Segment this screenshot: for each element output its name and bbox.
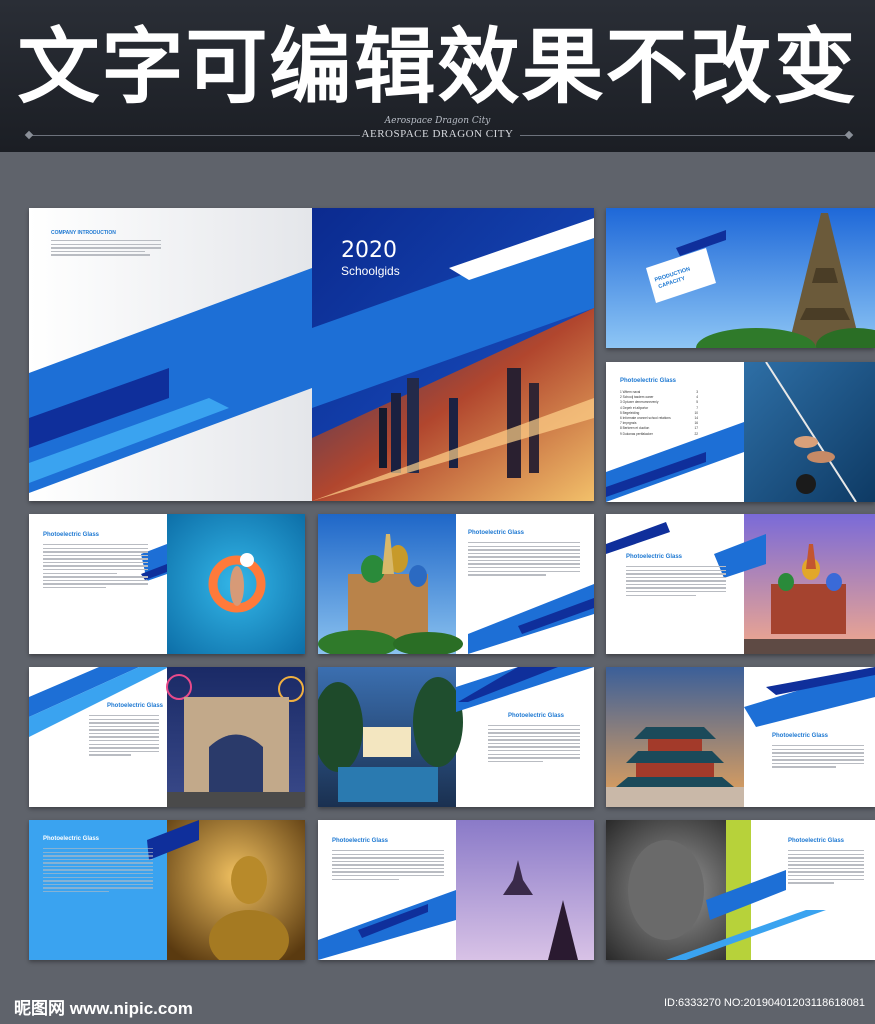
cover-spread: COMPANY INTRODUCTION 2020 Schoolgids [29, 208, 594, 501]
pagoda-page: Photoelectric Glass [318, 820, 594, 960]
pool-page: Photoelectric Glass [29, 514, 305, 654]
body-text-lines [43, 848, 153, 895]
body-text-lines [488, 725, 580, 764]
body-text-lines [89, 715, 159, 758]
temple-page: Photoelectric Glass [606, 667, 875, 807]
headline: 文字可编辑效果不改变 [17, 20, 858, 115]
page-title: Photoelectric Glass [43, 532, 100, 538]
page-title: Photoelectric Glass [43, 836, 100, 842]
toc-page: Photoelectric Glass 1 Witem naval 3 2 Scho… [606, 362, 875, 502]
arch-graphics [29, 667, 305, 807]
body-text-lines [468, 542, 580, 578]
eiffel-photo [606, 208, 875, 348]
company-intro-title: COMPANY INTRODUCTION [51, 230, 116, 236]
temple-graphics [606, 667, 875, 807]
image-id: ID:6333270 NO:20190401203118618081 [663, 997, 865, 1009]
arch-page: Photoelectric Glass [29, 667, 305, 807]
church-graphics [318, 514, 594, 654]
page-title: Photoelectric Glass [626, 554, 683, 560]
banner-header: 文字可编辑效果不改变 Aerospace Dragon City AEROSPA… [0, 0, 875, 152]
cover-title: Schoolgids [341, 264, 400, 278]
production-page: PRODUCTION CAPACITY [606, 208, 875, 348]
body-text-lines [788, 850, 864, 886]
intro-text-lines [51, 240, 161, 258]
kremlin-page: Photoelectric Glass [606, 514, 875, 654]
buddha-stone-page: Photoelectric Glass [606, 820, 875, 960]
page-title: Photoelectric Glass [332, 838, 389, 844]
site-logo: 昵图网 www.nipic.com [14, 999, 193, 1018]
body-text-lines [332, 850, 444, 882]
page-title: Photoelectric Glass [468, 530, 525, 536]
page-title: Photoelectric Glass [508, 713, 565, 719]
toc-page-number: 22 [694, 431, 698, 436]
resort-page: Photoelectric Glass [318, 667, 594, 807]
cover-year: 2020 [341, 238, 397, 263]
page-title: Photoelectric Glass [107, 703, 164, 709]
toc-entry: 9 Dukonas pertfalacker [620, 431, 653, 436]
brand-caps: AEROSPACE DRAGON CITY [361, 128, 514, 140]
buddha-gold-page: Photoelectric Glass [29, 820, 305, 960]
toc-title: Photoelectric Glass [620, 378, 677, 384]
page-title: Photoelectric Glass [772, 733, 829, 739]
brand-script: Aerospace Dragon City [384, 116, 491, 126]
toc-row: 9 Dukonas pertfalacker 22 [620, 432, 698, 437]
toc-list: 1 Witem naval 3 2 Schoolj tasdem oaner 4 3 O… [620, 390, 698, 437]
body-text-lines [626, 566, 726, 598]
page-title: Photoelectric Glass [788, 838, 845, 844]
church-page: Photoelectric Glass [318, 514, 594, 654]
body-text-lines [772, 745, 864, 770]
body-text-lines [43, 544, 148, 591]
